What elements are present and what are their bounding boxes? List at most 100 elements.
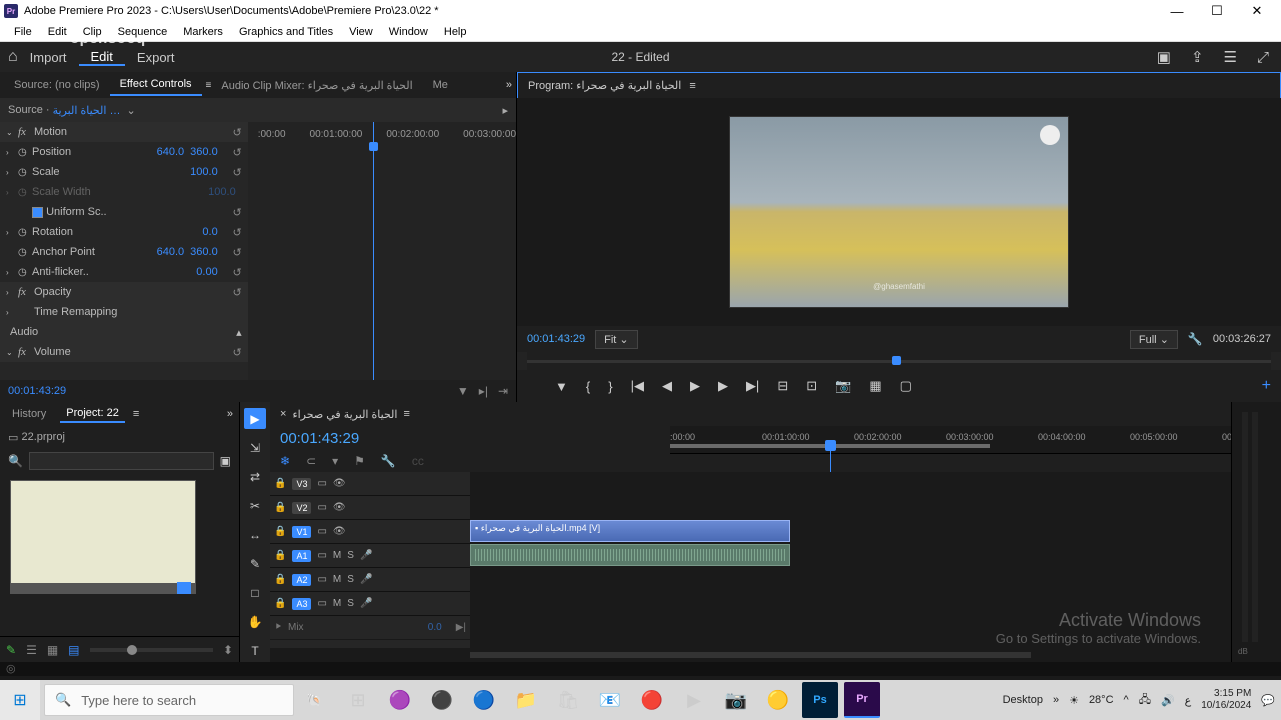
program-timecode[interactable]: 00:01:43:29 [527,333,585,345]
home-icon[interactable]: ⌂ [8,48,18,66]
efc-scale[interactable]: ›◷Scale100.0↺ [0,162,248,182]
mark-out-button[interactable]: } [608,379,612,394]
tab-metadata[interactable]: Me [423,75,458,95]
go-to-out-button[interactable]: ▶| [746,378,759,394]
audio-meters[interactable]: dB [1231,402,1281,662]
weather-icon[interactable]: ☀ [1069,694,1079,707]
desktop-chevron-icon[interactable]: » [1053,694,1059,706]
mode-export[interactable]: Export [125,50,187,65]
filter-icon[interactable]: ▼ [457,384,469,398]
chrome-icon[interactable]: 🔴 [634,682,670,718]
tab-effect-controls[interactable]: Effect Controls [110,74,202,96]
efc-timecode[interactable]: 00:01:43:29 [8,385,66,397]
efc-scale-width[interactable]: ›◷Scale Width100.0 [0,182,248,202]
track-v1[interactable]: 🔒V1▭👁 [270,520,470,544]
program-monitor[interactable]: @ghasemfathi [517,98,1281,326]
track-v3[interactable]: 🔒V3▭👁 [270,472,470,496]
sort-icon[interactable]: ⬍ [223,643,233,657]
zoom-slider[interactable] [127,645,137,655]
efc-clip-name[interactable]: الحياة البرية … [53,104,121,117]
mic-icon[interactable]: 🎤 [360,550,372,561]
menu-window[interactable]: Window [381,24,436,40]
taskbar-search[interactable]: 🔍 Type here to search [44,684,294,716]
comparison-button[interactable]: ▦ [869,378,881,394]
cortana-icon[interactable]: 🐚 [294,680,334,720]
freeform-view-icon[interactable]: ▤ [68,643,79,657]
efc-timeremap-header[interactable]: ›Time Remapping [0,302,248,322]
photoshop-icon[interactable]: Ps [802,682,838,718]
toggle-sync-icon[interactable]: ▭ [317,478,326,489]
captions-icon[interactable]: cc [412,454,424,468]
track-mix[interactable]: ⯈Mix0.0▶| [270,616,470,640]
step-forward-button[interactable]: ▶ [718,378,728,394]
program-panel-tab[interactable]: Program: الحياة البرية في صحراء ≡ [517,72,1281,98]
system-clock[interactable]: 3:15 PM 10/16/2024 [1201,688,1251,712]
eye-icon[interactable]: 👁 [333,478,346,489]
desktop-toolbar[interactable]: Desktop [1003,694,1043,706]
efc-anchor[interactable]: ◷Anchor Point640.0360.0↺ [0,242,248,262]
menu-graphics[interactable]: Graphics and Titles [231,24,341,40]
menu-markers[interactable]: Markers [175,24,231,40]
volume-icon[interactable]: 🔊 [1161,694,1175,707]
track-select-tool[interactable]: ⇲ [244,437,266,458]
menu-file[interactable]: File [6,24,40,40]
timeline-tab-close-icon[interactable]: × [280,408,286,420]
efc-play-icon[interactable]: ▸ [502,104,508,117]
fullscreen-icon[interactable]: ⤢ [1257,49,1269,66]
edge-icon[interactable]: 🔵 [466,682,502,718]
timeline-zoom-scroll[interactable] [270,648,1231,662]
weather-temp[interactable]: 28°C [1089,694,1114,706]
panel-menu-icon[interactable]: ≡ [133,408,139,420]
timeline-timecode[interactable]: 00:01:43:29 [270,426,470,450]
go-to-in-button[interactable]: |◀ [631,378,644,394]
extract-button[interactable]: ⊡ [806,378,817,394]
mail-icon[interactable]: 📧 [592,682,628,718]
cc-icon[interactable]: ◎ [6,663,16,675]
efc-clip-dropdown-icon[interactable]: ⌄ [126,104,135,117]
expand-icon[interactable]: ⯈ [274,622,282,633]
slip-tool[interactable]: ↔ [244,524,266,545]
minimize-button[interactable]: — [1157,4,1197,19]
tabs-overflow-icon[interactable]: » [227,408,233,420]
obs-icon[interactable]: ⚫ [424,682,460,718]
program-scrubber[interactable] [527,352,1271,370]
play-button[interactable]: ▶ [690,378,700,394]
efc-opacity-header[interactable]: ›fxOpacity↺ [0,282,248,302]
efc-uniform[interactable]: Uniform Sc..↺ [0,202,248,222]
timeline-sequence-name[interactable]: الحياة البرية في صحراء [292,408,397,421]
start-button[interactable]: ⊞ [0,680,40,720]
premiere-taskbar-icon[interactable]: Pr [844,682,880,718]
uniform-scale-checkbox[interactable] [32,207,43,218]
notifications-icon[interactable]: 💬 [1261,694,1275,707]
copilot-icon[interactable]: 🟣 [382,682,418,718]
type-tool[interactable]: T [244,641,266,662]
quick-export-icon[interactable]: ▣ [1157,48,1171,66]
icon-view-icon[interactable]: ▦ [47,643,58,657]
store-icon[interactable]: 🛍 [550,682,586,718]
efc-antiflicker[interactable]: ›◷Anti-flicker..0.00↺ [0,262,248,282]
selection-tool[interactable]: ▶ [244,408,266,429]
export-frame-button[interactable]: 📷 [835,378,851,394]
wrench-icon[interactable]: 🔧 [381,454,396,468]
track-content-area[interactable]: ▪ الحياة البرية في صحراء.mp4 [V] [470,472,1231,648]
rectangle-tool[interactable]: □ [244,583,266,604]
mode-import[interactable]: Import [18,50,79,65]
project-search-input[interactable] [29,452,214,470]
pen-tool[interactable]: ✎ [244,554,266,575]
timeline-panel-menu-icon[interactable]: ≡ [403,408,409,420]
maximize-button[interactable]: ☐ [1197,3,1237,19]
insert-icon[interactable]: ⇥ [498,384,508,398]
linked-selection-icon[interactable]: ⊂ [306,454,316,468]
youtube-icon[interactable]: ▶ [676,682,712,718]
track-a2[interactable]: 🔒A2▭MS🎤 [270,568,470,592]
chrome2-icon[interactable]: 🟡 [760,682,796,718]
efc-rotation[interactable]: ›◷Rotation0.0↺ [0,222,248,242]
tab-history[interactable]: History [6,406,52,422]
efc-motion-header[interactable]: ⌄fxMotion↺ [0,122,248,142]
close-button[interactable]: ✕ [1237,3,1277,19]
button-editor-icon[interactable]: + [1262,377,1271,395]
efc-volume-header[interactable]: ⌄fxVolume↺ [0,342,248,362]
timeline-settings-icon[interactable]: ⚑ [354,454,365,468]
ripple-edit-tool[interactable]: ⇄ [244,466,266,487]
explorer-icon[interactable]: 📁 [508,682,544,718]
